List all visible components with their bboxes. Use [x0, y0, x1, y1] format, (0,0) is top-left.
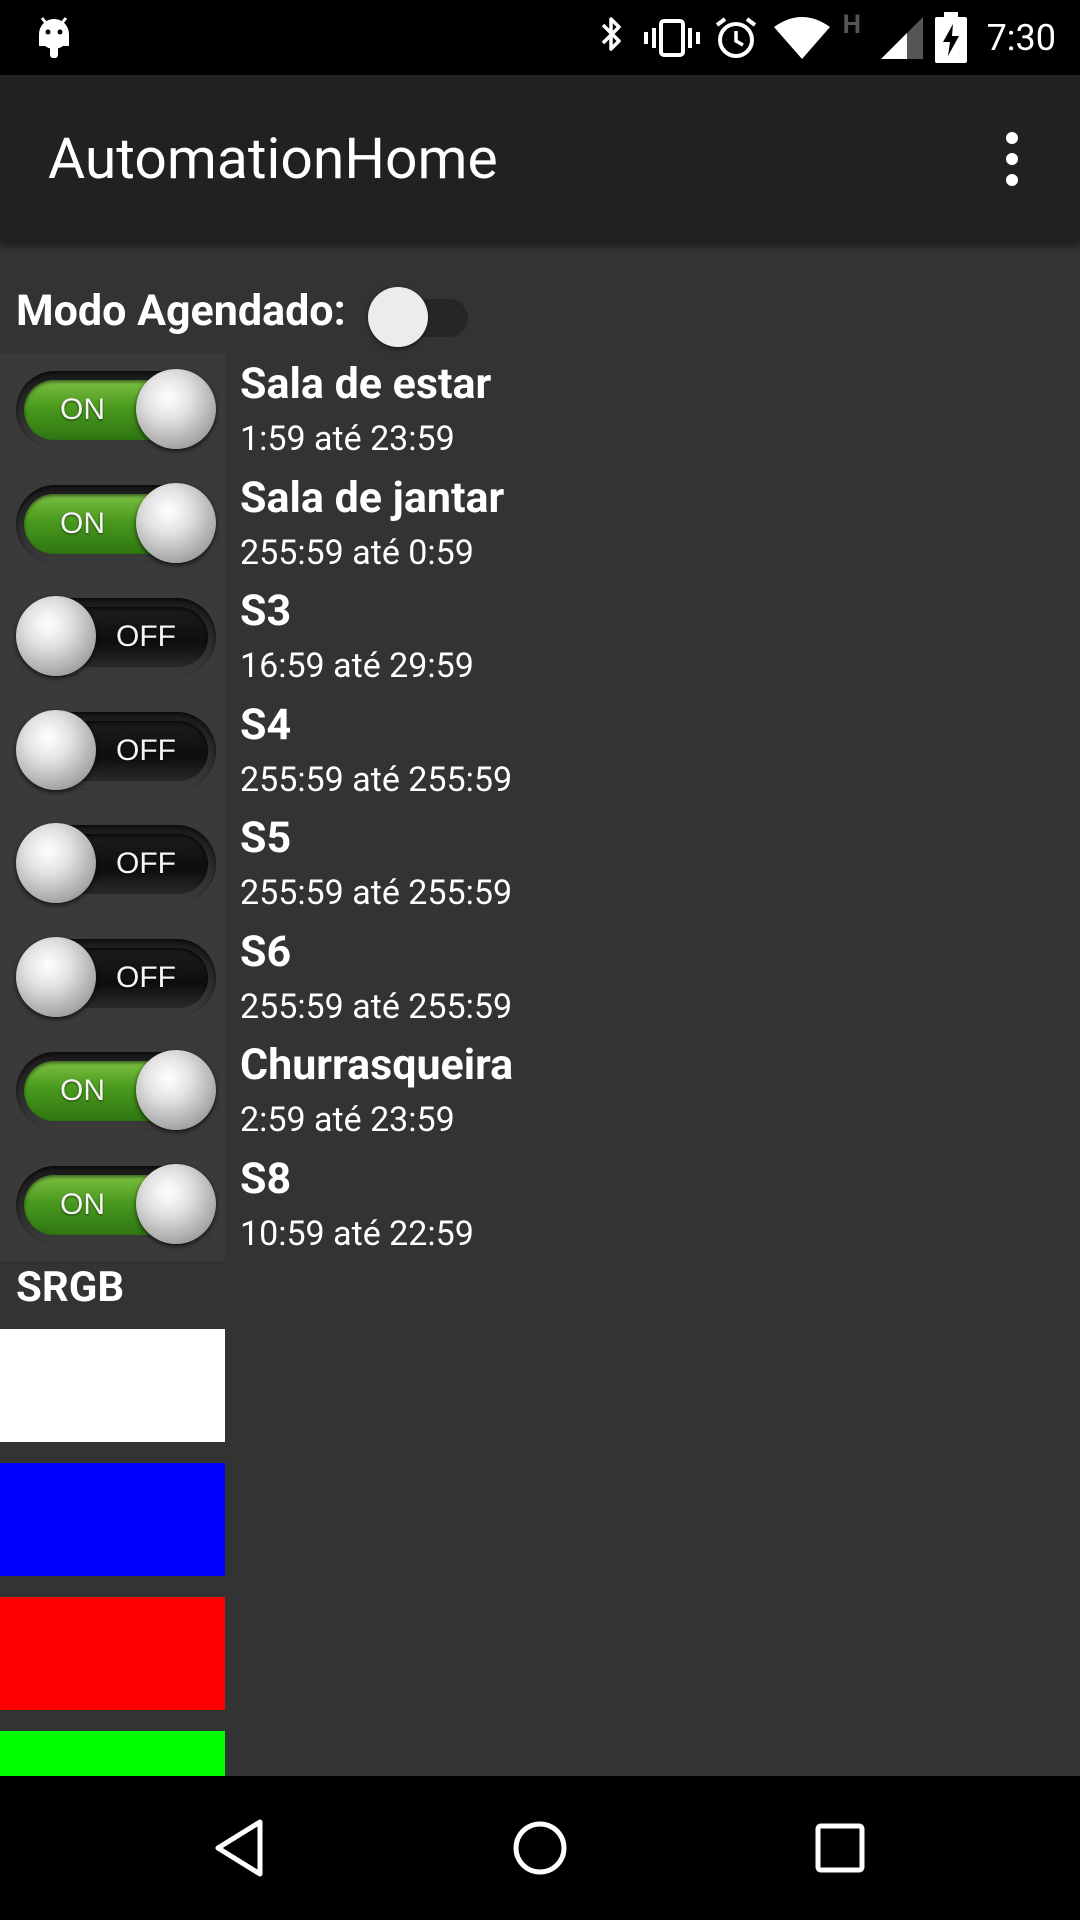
signal-icon: [880, 16, 923, 59]
device-toggle[interactable]: ON: [16, 482, 216, 563]
home-button[interactable]: [470, 1776, 610, 1920]
status-time: 7:30: [986, 16, 1056, 59]
toggle-knob: [16, 936, 96, 1017]
alarm-icon: [715, 16, 756, 58]
back-icon: [215, 1819, 263, 1877]
device-row: ON Sala de jantar 255:59 até 0:59: [0, 466, 1080, 580]
device-row: OFF S5 255:59 até 255:59: [0, 807, 1080, 921]
toggle-knob: [16, 823, 96, 903]
overflow-menu-icon[interactable]: [980, 125, 1044, 193]
app-bar: AutomationHome: [0, 75, 1080, 243]
device-name: S3: [240, 586, 292, 636]
toggle-state-label: OFF: [116, 960, 176, 994]
recents-icon: [815, 1823, 865, 1873]
app-title: AutomationHome: [48, 125, 498, 192]
device-row: ON Sala de estar 1:59 até 23:59: [0, 353, 1080, 467]
toggle-knob: [16, 709, 96, 790]
device-schedule: 16:59 até 29:59: [240, 646, 474, 686]
schedule-mode-switch[interactable]: [367, 281, 468, 347]
color-swatch-red[interactable]: [0, 1597, 225, 1710]
toggle-state-label: ON: [60, 1187, 105, 1221]
device-schedule: 255:59 até 0:59: [240, 532, 474, 573]
toggle-knob: [136, 482, 216, 563]
device-schedule: 10:59 até 22:59: [240, 1213, 474, 1254]
device-name: S4: [240, 699, 292, 750]
color-swatch-white[interactable]: [0, 1329, 225, 1442]
device-toggle[interactable]: ON: [16, 1163, 216, 1244]
back-button[interactable]: [170, 1776, 310, 1920]
toggle-state-label: ON: [60, 393, 105, 426]
device-row: ON S8 10:59 até 22:59: [0, 1147, 1080, 1261]
toggle-knob: [136, 1050, 216, 1130]
toggle-state-label: ON: [60, 1074, 105, 1107]
android-debug-icon: [39, 17, 69, 58]
device-schedule: 1:59 até 23:59: [240, 419, 455, 459]
main-content: Modo Agendado: ON Sala de estar 1:59 até…: [0, 243, 1080, 1776]
color-swatch-blue[interactable]: [0, 1463, 225, 1576]
device-toggle[interactable]: OFF: [16, 709, 216, 790]
home-icon: [513, 1821, 567, 1875]
status-bar: H 7:30: [0, 0, 1080, 75]
device-row: OFF S4 255:59 até 255:59: [0, 693, 1080, 807]
network-type-label: H: [842, 10, 861, 40]
toggle-state-label: OFF: [116, 847, 176, 880]
device-list: ON Sala de estar 1:59 até 23:59 ON Sala …: [0, 353, 1080, 1261]
wifi-icon: [773, 16, 830, 59]
device-row: ON Churrasqueira 2:59 até 23:59: [0, 1034, 1080, 1148]
device-name: S5: [240, 813, 292, 863]
device-name: S8: [240, 1153, 292, 1204]
schedule-mode-label: Modo Agendado:: [16, 286, 346, 336]
device-toggle[interactable]: OFF: [16, 936, 216, 1017]
device-schedule: 255:59 até 255:59: [240, 873, 513, 913]
color-swatch-green[interactable]: [0, 1731, 225, 1776]
schedule-mode-row: Modo Agendado:: [16, 271, 468, 351]
network-type-indicator: H: [837, 0, 877, 75]
device-schedule: 255:59 até 255:59: [240, 986, 513, 1027]
device-name: S6: [240, 926, 292, 977]
device-toggle[interactable]: OFF: [16, 596, 216, 676]
srgb-label: SRGB: [16, 1263, 125, 1312]
recents-button[interactable]: [770, 1776, 910, 1920]
navigation-bar: [0, 1776, 1080, 1920]
device-toggle[interactable]: OFF: [16, 823, 216, 903]
device-schedule: 255:59 até 255:59: [240, 759, 513, 800]
toggle-state-label: ON: [60, 506, 105, 540]
device-row: OFF S6 255:59 até 255:59: [0, 920, 1080, 1034]
device-name: Churrasqueira: [240, 1040, 514, 1090]
device-name: Sala de estar: [240, 359, 492, 409]
bluetooth-icon: [601, 16, 621, 51]
device-schedule: 2:59 até 23:59: [240, 1100, 455, 1140]
toggle-knob: [136, 1163, 216, 1244]
toggle-knob: [16, 596, 96, 676]
toggle-state-label: OFF: [116, 733, 176, 767]
battery-charging-icon: [934, 11, 967, 63]
vibrate-icon: [643, 18, 700, 57]
toggle-knob: [136, 369, 216, 449]
device-toggle[interactable]: ON: [16, 369, 216, 449]
device-toggle[interactable]: ON: [16, 1050, 216, 1130]
device-name: Sala de jantar: [240, 472, 505, 523]
device-row: OFF S3 16:59 até 29:59: [0, 580, 1080, 694]
toggle-state-label: OFF: [116, 620, 176, 653]
